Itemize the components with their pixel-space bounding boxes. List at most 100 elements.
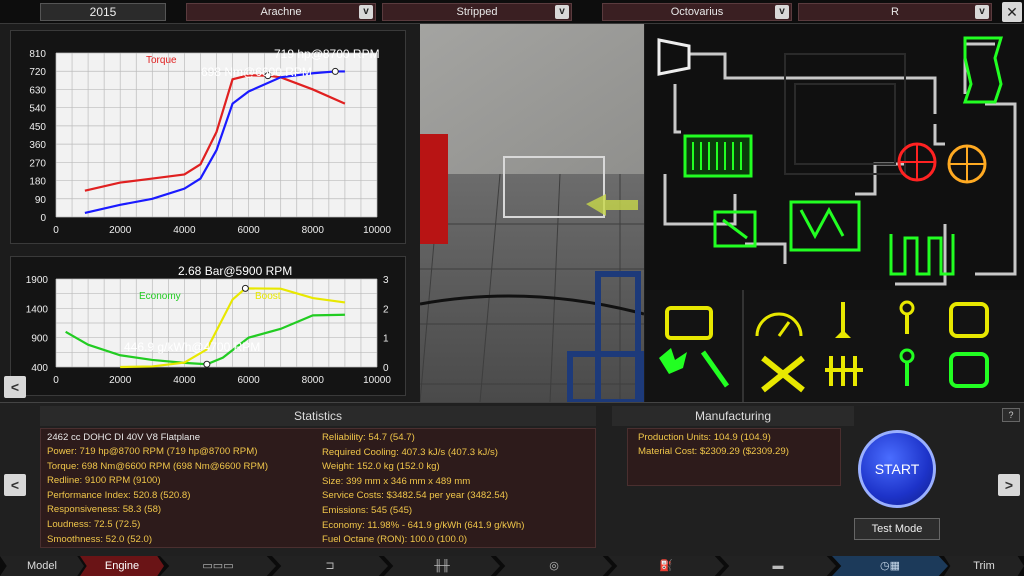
- piston-assembly-icon[interactable]: [949, 352, 989, 388]
- close-button[interactable]: ✕: [1002, 2, 1022, 22]
- y-tick-label: 180: [29, 177, 46, 188]
- intake-filter-icon[interactable]: [657, 38, 691, 76]
- engine-3d-view[interactable]: [420, 24, 644, 402]
- economy-min-marker: [203, 360, 211, 368]
- stat-right-0: Reliability: 54.7 (54.7): [322, 432, 415, 443]
- trim-dropdown-label: R: [891, 6, 899, 18]
- stat-left-5: Loudness: 72.5 (72.5): [47, 519, 141, 530]
- next-page-button[interactable]: >: [998, 474, 1020, 496]
- engine-dropdown[interactable]: Octovarius v: [602, 3, 792, 21]
- torque-peak-label: 698 Nm@6600 RPM: [201, 65, 312, 79]
- x-tick-label: 0: [53, 225, 59, 236]
- stat-right-2: Weight: 152.0 kg (152.0 kg): [322, 461, 440, 473]
- intercooler-icon[interactable]: [683, 134, 753, 178]
- prev-chart-button[interactable]: <: [4, 376, 26, 398]
- y-tick-label: 540: [29, 104, 46, 115]
- valve-icon[interactable]: [835, 302, 851, 338]
- help-button[interactable]: ?: [1002, 408, 1020, 422]
- torque-series-label: Torque: [146, 55, 177, 66]
- manufacturing-box: Production Units: 104.9 (104.9) Material…: [627, 428, 841, 486]
- exhaust-tab-icon: ▬: [772, 560, 784, 572]
- exhaust-manifold-icon[interactable]: [962, 36, 1004, 104]
- tab-exhaust[interactable]: ▬: [720, 556, 836, 576]
- stat-right-6: Economy: 11.98% - 641.9 g/kWh (641.9 g/k…: [322, 519, 525, 531]
- tab-tuning[interactable]: ◷▦: [832, 556, 948, 576]
- crankshaft-icon[interactable]: [899, 348, 915, 386]
- power-peak-marker: [331, 67, 339, 75]
- year-selector[interactable]: 2015: [40, 3, 166, 21]
- y-tick-label: 630: [29, 85, 46, 96]
- boost-series-label: Boost: [255, 291, 281, 302]
- chevron-down-icon[interactable]: v: [555, 5, 569, 19]
- variant-dropdown[interactable]: Stripped v: [382, 3, 572, 21]
- y-tick-label: 810: [29, 49, 46, 60]
- x-tick-label: 4000: [173, 375, 196, 386]
- tab-engine[interactable]: Engine: [80, 556, 164, 576]
- test-mode-button[interactable]: Test Mode: [854, 518, 940, 540]
- tab-bottom-end[interactable]: ╫╫: [384, 556, 500, 576]
- tab-trim[interactable]: Trim: [944, 556, 1024, 576]
- piston-icon[interactable]: [949, 302, 989, 338]
- material-cost: Material Cost: $2309.29 ($2309.29): [638, 446, 789, 457]
- stat-right-3: Size: 399 mm x 346 mm x 489 mm: [322, 475, 471, 487]
- sensor-probe-icon[interactable]: [700, 350, 730, 388]
- production-units: Production Units: 104.9 (104.9): [638, 432, 771, 443]
- statistics-box: 2462 cc DOHC DI 40V V8 Flatplane Power: …: [40, 428, 596, 548]
- turbo-tab-icon: ◎: [549, 560, 559, 572]
- economy-series-label: Economy: [139, 291, 181, 302]
- chevron-down-icon[interactable]: v: [775, 5, 789, 19]
- family-dropdown-label: Arachne: [260, 6, 302, 18]
- y-tick-label: 450: [29, 122, 46, 133]
- y-tick-label: 270: [29, 158, 46, 169]
- tab-model[interactable]: Model: [0, 556, 84, 576]
- conrod-icon[interactable]: [899, 300, 915, 334]
- tab-head[interactable]: ⊐: [272, 556, 388, 576]
- tab-fuel[interactable]: ⛽: [608, 556, 724, 576]
- trim-dropdown[interactable]: R v: [798, 3, 992, 21]
- y-right-tick-label: 0: [383, 363, 389, 374]
- top-bar: 2015 Arachne v Stripped v Octovarius v R…: [0, 0, 1024, 24]
- component-icon-grid: [659, 290, 989, 402]
- chevron-down-icon[interactable]: v: [359, 5, 373, 19]
- engine-warning-icon[interactable]: [665, 306, 713, 340]
- manufacturing-header: Manufacturing: [612, 406, 854, 426]
- turbo-compressor-icon[interactable]: [897, 142, 937, 182]
- y-tick-label: 90: [35, 195, 47, 206]
- component-icons-panel: [645, 290, 1024, 402]
- wrench-tools-icon[interactable]: [761, 355, 805, 393]
- family-dropdown[interactable]: Arachne v: [186, 3, 376, 21]
- crankshaft-tab-icon: ╫╫: [434, 560, 450, 572]
- tab-block[interactable]: ▭▭▭: [160, 556, 276, 576]
- stat-left-2: Redline: 9100 RPM (9100): [47, 475, 161, 487]
- camshaft-icon[interactable]: [825, 356, 863, 386]
- y-left-tick-label: 400: [31, 363, 48, 374]
- engine-explosion-icon[interactable]: [659, 348, 687, 374]
- chevron-down-icon[interactable]: v: [975, 5, 989, 19]
- torque-power-chart: 810 720 630 540 450 360 270 180 90 00 2000 4000 6000…: [29, 47, 391, 236]
- fuel-pump-icon: ⛽: [659, 560, 673, 572]
- y-right-tick-label: 2: [383, 304, 389, 315]
- stat-right-4: Service Costs: $3482.54 per year (3482.5…: [322, 490, 509, 502]
- intake-exhaust-schematic: [657, 36, 1017, 286]
- x-tick-label: 2000: [109, 225, 132, 236]
- bottom-tab-bar: Model Engine ▭▭▭ ⊐ ╫╫ ◎ ⛽ ▬ ◷▦ Trim: [0, 556, 1024, 576]
- y-tick-label: 360: [29, 140, 46, 151]
- x-tick-label: 8000: [302, 375, 325, 386]
- economy-boost-chart: 1900 1400 900 400 3 2 1 0 0 2000 4000 6000 8000 10000…: [26, 264, 392, 386]
- y-left-tick-label: 1900: [26, 275, 49, 286]
- x-tick-label: 0: [53, 375, 59, 386]
- stat-right-1: Required Cooling: 407.3 kJ/s (407.3 kJ/s…: [322, 446, 498, 458]
- y-right-tick-label: 3: [383, 275, 389, 286]
- prev-page-button[interactable]: <: [4, 474, 26, 496]
- intake-manifold-icon[interactable]: [789, 200, 861, 252]
- tab-aspiration[interactable]: ◎: [496, 556, 612, 576]
- engine-bay-scene: [420, 24, 644, 402]
- start-button[interactable]: START: [858, 430, 936, 508]
- engine-schematic[interactable]: [645, 24, 1024, 290]
- rpm-gauge-icon[interactable]: [755, 312, 803, 337]
- stat-left-0: Power: 719 hp@8700 RPM (719 hp@8700 RPM): [47, 446, 258, 457]
- x-tick-label: 6000: [237, 225, 260, 236]
- turbo-turbine-icon[interactable]: [947, 144, 987, 184]
- stat-right-7: Fuel Octane (RON): 100.0 (100.0): [322, 534, 468, 546]
- y-tick-label: 0: [40, 213, 46, 224]
